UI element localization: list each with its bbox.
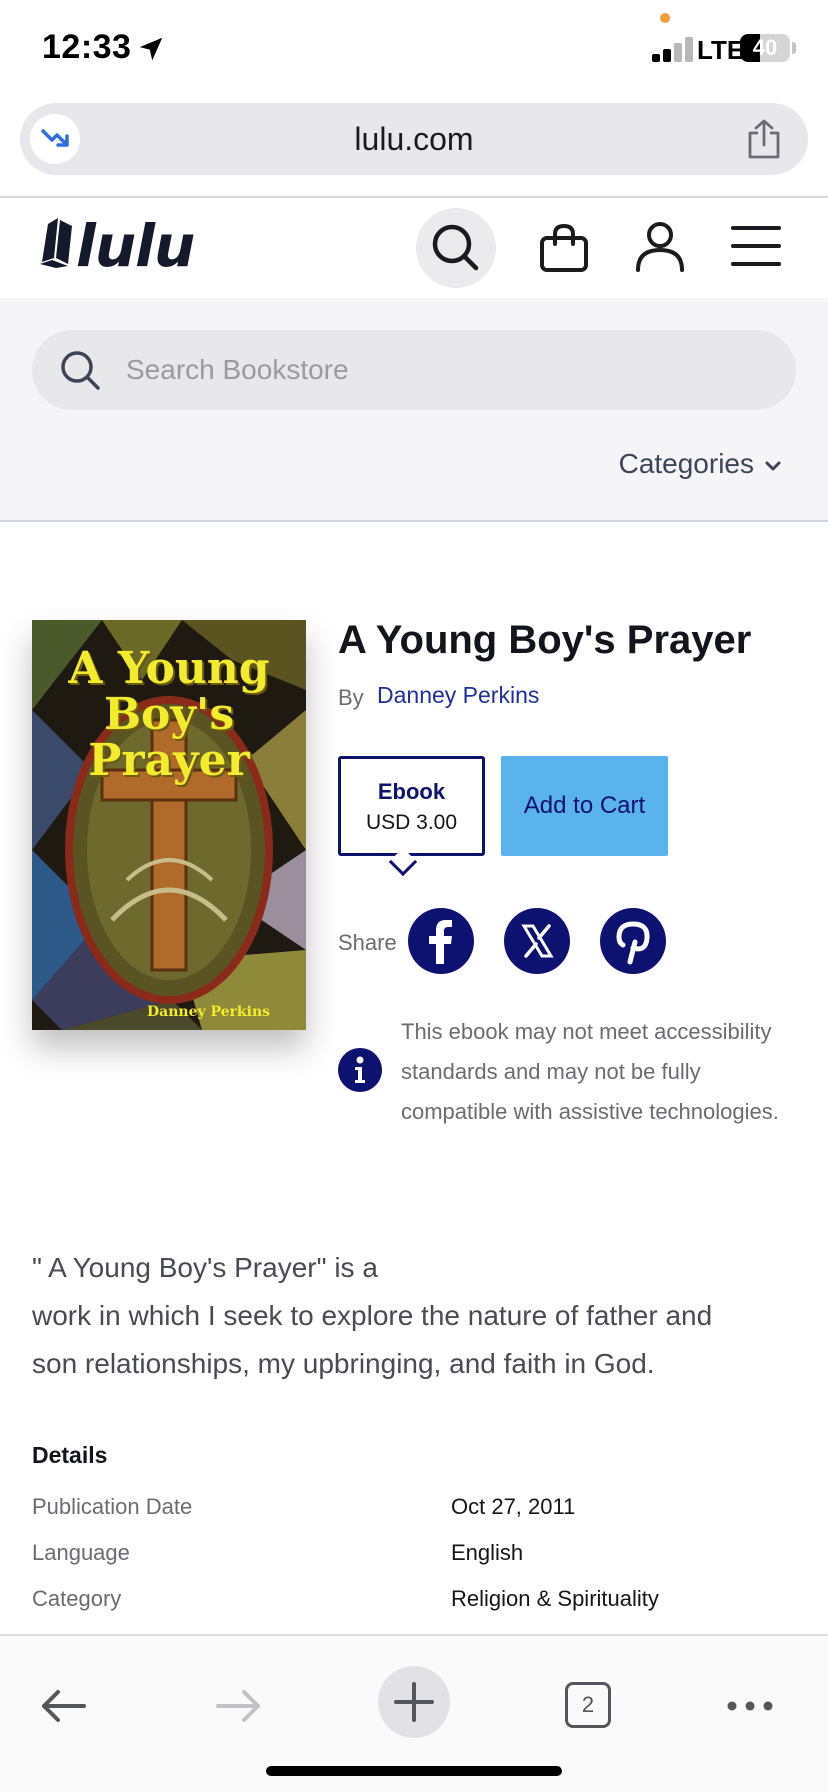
facebook-share-button[interactable] (408, 908, 474, 974)
pinterest-share-button[interactable] (600, 908, 666, 974)
product-title: A Young Boy's Prayer (338, 618, 752, 662)
book-description: " A Young Boy's Prayer" is a work in whi… (32, 1244, 792, 1388)
format-price: USD 3.00 (365, 811, 458, 834)
book-cover-image[interactable]: A Young Boy's Prayer Danney Perkins (32, 620, 306, 1030)
facebook-icon (429, 920, 452, 964)
detail-label: Language (32, 1540, 130, 1565)
details-heading: Details (32, 1442, 108, 1468)
add-to-cart-button[interactable]: Add to Cart (501, 756, 668, 856)
cover-title-line: Prayer (88, 735, 250, 786)
battery-percent: 40 (752, 35, 778, 60)
chevron-down-icon (765, 461, 781, 471)
detail-value: English (451, 1540, 524, 1565)
address-bar[interactable]: lulu.com (20, 103, 808, 175)
x-twitter-icon (521, 924, 554, 958)
detail-value: Oct 27, 2011 (451, 1494, 576, 1519)
header-search-button[interactable] (416, 208, 496, 288)
cover-title-line: A Young (68, 643, 270, 694)
search-placeholder: Search Bookstore (126, 354, 349, 385)
search-icon (61, 351, 100, 390)
logo-wordmark: lulu (76, 212, 195, 280)
tabs-button[interactable]: 2 (565, 1682, 611, 1728)
more-options-icon[interactable] (722, 1678, 778, 1734)
home-indicator (266, 1766, 562, 1776)
detail-label: Publication Date (32, 1494, 193, 1519)
forward-arrow-icon[interactable] (210, 1678, 266, 1734)
privacy-indicator-dot (660, 13, 670, 23)
cover-title: A Young Boy's Prayer (32, 646, 306, 784)
signal-strength-icon (652, 36, 696, 62)
status-bar: 12:33 LTE 40 (0, 0, 828, 100)
detail-row: Language English (32, 1540, 792, 1570)
categories-dropdown[interactable]: Categories (619, 448, 782, 480)
cover-title-line: Boy's (103, 689, 235, 740)
detail-row: Category Religion & Spirituality (32, 1586, 792, 1616)
battery-icon: 40 (740, 34, 790, 62)
detail-label: Category (32, 1586, 122, 1611)
description-line: work in which I seek to explore the natu… (32, 1300, 713, 1331)
share-label: Share (338, 930, 397, 955)
site-header: lulu (0, 198, 828, 298)
hamburger-menu-icon[interactable] (730, 220, 782, 272)
accessibility-note: This ebook may not meet accessibility st… (401, 1019, 779, 1124)
info-glyph (355, 1056, 365, 1083)
bookstore-search-section: Search Bookstore Categories (0, 298, 828, 522)
plus-icon (394, 1682, 434, 1722)
author-link[interactable]: Danney Perkins (377, 682, 539, 709)
cover-author: Danney Perkins (147, 1004, 270, 1020)
location-arrow-icon (139, 37, 163, 61)
shopping-bag-icon[interactable] (538, 222, 590, 274)
lulu-logo[interactable]: lulu (38, 212, 195, 280)
back-arrow-icon[interactable] (36, 1678, 92, 1734)
by-label: By (338, 685, 364, 710)
format-name: Ebook (377, 779, 446, 804)
categories-label: Categories (618, 448, 754, 479)
battery-tip (792, 42, 796, 54)
new-tab-button[interactable] (378, 1666, 450, 1738)
info-icon (338, 1048, 382, 1092)
search-icon (432, 224, 479, 271)
detail-row: Publication Date Oct 27, 2011 (32, 1494, 792, 1524)
description-line: son relationships, my upbringing, and fa… (32, 1348, 655, 1379)
pinterest-icon (616, 921, 650, 965)
bookstore-search-input[interactable]: Search Bookstore (32, 330, 796, 410)
account-icon[interactable] (634, 220, 686, 272)
status-time: 12:33 (42, 28, 132, 66)
lulu-book-icon (40, 218, 72, 268)
x-share-button[interactable] (504, 908, 570, 974)
network-type: LTE (697, 35, 745, 65)
share-icon[interactable] (746, 119, 782, 159)
description-line: " A Young Boy's Prayer" is a (32, 1252, 378, 1283)
format-option-ebook[interactable]: Ebook USD 3.00 (338, 756, 485, 856)
detail-value: Religion & Spirituality (451, 1586, 659, 1611)
url-text[interactable]: lulu.com (20, 121, 808, 158)
